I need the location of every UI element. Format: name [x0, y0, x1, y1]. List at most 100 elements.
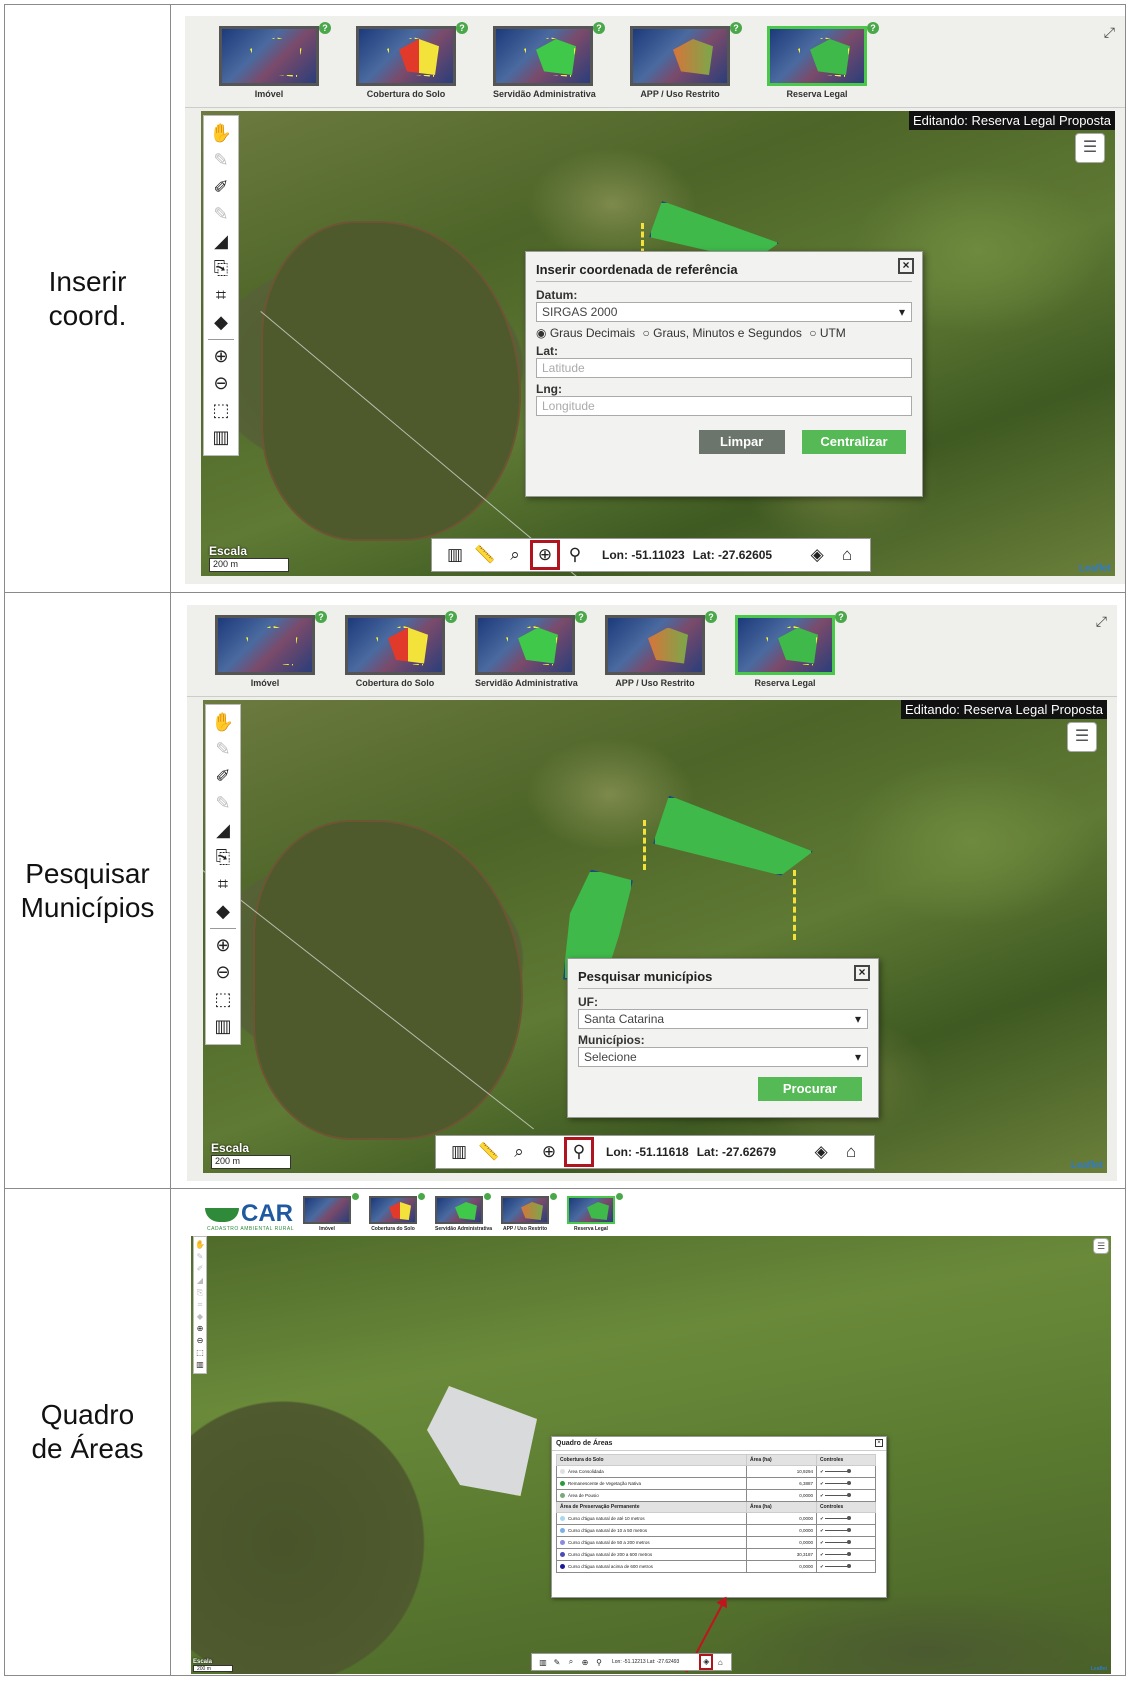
zoom-box-icon[interactable]: ⬚: [204, 397, 238, 424]
layers-icon[interactable]: ☰: [1067, 721, 1097, 752]
zoom-in-icon[interactable]: ⊕: [204, 343, 238, 370]
thumb-reserva-legal[interactable]: Reserva Legal: [567, 1193, 623, 1232]
satellite-map[interactable]: Editando: Reserva Legal Proposta ☰ ✋ ✎ ✐…: [201, 111, 1115, 576]
close-icon[interactable]: ×: [875, 1439, 883, 1447]
thumb-imovel[interactable]: Imóvel: [303, 1193, 359, 1232]
layers-icon[interactable]: ◈: [806, 1142, 836, 1162]
zoom-out-icon[interactable]: ⊖: [194, 1335, 206, 1347]
checkbox[interactable]: ✔: [820, 1528, 824, 1533]
checkbox[interactable]: ✔: [820, 1516, 824, 1521]
crop-icon[interactable]: ⌗: [206, 871, 240, 898]
draw-freehand-icon[interactable]: ✎: [204, 201, 238, 228]
thumb-cobertura[interactable]: ? Cobertura do Solo: [356, 22, 468, 99]
add-vertex-icon[interactable]: ◢: [204, 228, 238, 255]
help-icon[interactable]: ?: [445, 610, 457, 623]
opacity-slider[interactable]: [825, 1492, 852, 1497]
help-icon[interactable]: [352, 1193, 359, 1200]
opacity-slider[interactable]: [825, 1515, 852, 1520]
draw-line-icon[interactable]: ✎: [194, 1251, 206, 1263]
search-button[interactable]: Procurar: [758, 1076, 862, 1101]
thumb-servidao[interactable]: Servidão Administrativa: [435, 1193, 492, 1232]
zoom-out-icon[interactable]: ⊖: [206, 959, 240, 986]
crosshair-icon[interactable]: ⊕: [534, 1142, 564, 1162]
help-icon[interactable]: ?: [575, 610, 587, 623]
ruler-icon[interactable]: 📏: [474, 1142, 504, 1162]
radio-graus-decimais[interactable]: ◉ Graus Decimais: [536, 326, 635, 340]
municipality-search-icon[interactable]: ⚲: [560, 545, 590, 565]
crop-icon[interactable]: ⌗: [204, 282, 238, 309]
eraser-icon[interactable]: ◆: [194, 1311, 206, 1323]
hand-icon[interactable]: ✋: [194, 1239, 206, 1251]
lng-input[interactable]: Longitude: [536, 396, 912, 416]
zoom-in-icon[interactable]: ⊕: [194, 1323, 206, 1335]
eraser-icon[interactable]: ◆: [204, 309, 238, 336]
opacity-slider[interactable]: [825, 1563, 852, 1568]
radio-utm[interactable]: ○ UTM: [809, 326, 846, 340]
ruler-icon[interactable]: ✎: [550, 1658, 564, 1667]
checkbox[interactable]: ✔: [820, 1552, 824, 1557]
zoom-in-icon[interactable]: ⊕: [206, 932, 240, 959]
import-icon[interactable]: ⎘: [204, 255, 238, 282]
checkbox[interactable]: ✔: [820, 1540, 824, 1545]
close-icon[interactable]: ×: [898, 258, 914, 274]
layers-icon[interactable]: ☰: [1093, 1238, 1109, 1254]
zoom-box-icon[interactable]: ⬚: [206, 986, 240, 1013]
magic-wand-icon[interactable]: ✐: [204, 174, 238, 201]
map-icon[interactable]: ▥: [536, 1658, 550, 1667]
eraser-icon[interactable]: ◆: [206, 898, 240, 925]
satellite-map[interactable]: ✋ ✎ ✐ ◢ ⎘ ⌗ ◆ ⊕ ⊖ ⬚ ▥ ☰ Quadro de Áreas …: [191, 1236, 1111, 1674]
draw-line-icon[interactable]: ✎: [206, 736, 240, 763]
layers-icon[interactable]: ◈: [802, 545, 832, 565]
help-icon[interactable]: ?: [730, 22, 742, 34]
municipality-search-icon[interactable]: ⚲: [564, 1136, 594, 1167]
magic-wand-icon[interactable]: ✐: [194, 1263, 206, 1275]
crop-icon[interactable]: ⌗: [194, 1299, 206, 1311]
map-icon[interactable]: ▥: [194, 1359, 206, 1371]
help-icon[interactable]: [484, 1193, 491, 1200]
radio-graus-minutos[interactable]: ○ Graus, Minutos e Segundos: [643, 326, 802, 340]
map-icon[interactable]: ▥: [206, 1013, 240, 1040]
search-location-icon[interactable]: ⌕: [564, 1657, 578, 1667]
thumb-cobertura[interactable]: ? Cobertura do Solo: [345, 610, 457, 688]
thumb-servidao[interactable]: ? Servidão Administrativa: [475, 610, 587, 688]
clear-button[interactable]: Limpar: [698, 430, 785, 454]
layers-icon[interactable]: ☰: [1075, 133, 1105, 163]
thumb-cobertura[interactable]: Cobertura do Solo: [369, 1193, 425, 1232]
center-button[interactable]: Centralizar: [802, 430, 906, 454]
thumb-reserva-legal[interactable]: ? Reserva Legal: [767, 22, 879, 99]
checkbox[interactable]: ✔: [820, 1469, 824, 1474]
datum-select[interactable]: SIRGAS 2000: [536, 302, 912, 322]
lat-input[interactable]: Latitude: [536, 358, 912, 378]
thumb-servidao[interactable]: ? Servidão Administrativa: [493, 22, 605, 99]
opacity-slider[interactable]: [825, 1480, 852, 1485]
opacity-slider[interactable]: [825, 1539, 852, 1544]
fullscreen-icon[interactable]: ⤢: [1104, 24, 1115, 41]
municipality-search-icon[interactable]: ⚲: [592, 1658, 606, 1667]
bank-icon[interactable]: ⌂: [832, 545, 862, 565]
municipality-select[interactable]: Selecione: [578, 1046, 868, 1067]
help-icon[interactable]: [616, 1193, 623, 1200]
crosshair-icon[interactable]: ⊕: [578, 1658, 592, 1667]
add-vertex-icon[interactable]: ◢: [194, 1275, 206, 1287]
thumb-app[interactable]: ? APP / Uso Restrito: [630, 22, 742, 99]
search-location-icon[interactable]: ⌕: [500, 545, 530, 565]
search-location-icon[interactable]: ⌕: [504, 1142, 534, 1162]
help-icon[interactable]: ?: [315, 610, 327, 623]
thumb-app[interactable]: APP / Uso Restrito: [501, 1193, 557, 1232]
magic-wand-icon[interactable]: ✐: [206, 763, 240, 790]
opacity-slider[interactable]: [825, 1468, 852, 1473]
opacity-slider[interactable]: [825, 1527, 852, 1532]
help-icon[interactable]: ?: [456, 22, 468, 34]
leaflet-attribution[interactable]: Leaflet: [1079, 563, 1111, 574]
thumb-imovel[interactable]: ? Imóvel: [219, 22, 331, 99]
layers-icon[interactable]: ◈: [699, 1654, 714, 1670]
help-icon[interactable]: ?: [867, 22, 879, 34]
checkbox[interactable]: ✔: [820, 1493, 824, 1498]
draw-freehand-icon[interactable]: ✎: [206, 790, 240, 817]
import-icon[interactable]: ⎘: [194, 1287, 206, 1299]
help-icon[interactable]: [550, 1193, 557, 1200]
checkbox[interactable]: ✔: [820, 1564, 824, 1569]
fullscreen-icon[interactable]: ⤢: [1096, 613, 1107, 630]
help-icon[interactable]: ?: [705, 610, 717, 623]
zoom-out-icon[interactable]: ⊖: [204, 370, 238, 397]
